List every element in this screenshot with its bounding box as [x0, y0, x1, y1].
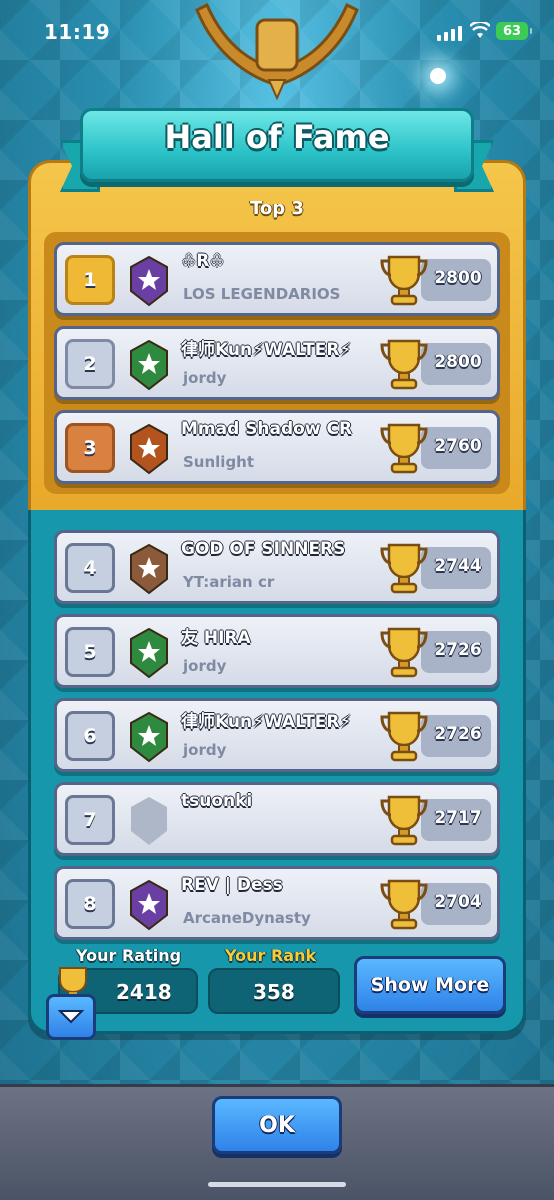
- trophy-count: 2704: [434, 892, 482, 912]
- clan-badge-icon: [131, 797, 167, 845]
- show-more-button[interactable]: Show More: [354, 956, 506, 1014]
- top3-label: Top 3: [250, 198, 304, 219]
- player-name: 律师Kun⚡WALTER⚡: [181, 712, 352, 732]
- clan-badge-icon: [130, 255, 168, 307]
- clan-name: jordy: [183, 741, 227, 759]
- clan-name: jordy: [183, 369, 227, 387]
- player-name: ♧R♧: [181, 251, 225, 271]
- clan-badge-icon: [130, 879, 168, 931]
- rank-number: 5: [65, 627, 115, 677]
- your-rank-label: Your Rank: [225, 946, 317, 965]
- player-name: tsuonki: [181, 791, 253, 811]
- clan-name: Sunlight: [183, 453, 255, 471]
- leaderboard-row[interactable]: 6 律师Kun⚡WALTER⚡ jordy 2726: [54, 698, 500, 772]
- trophy-count: 2726: [434, 724, 482, 744]
- rank-number: 3: [65, 423, 115, 473]
- player-name: 律师Kun⚡WALTER⚡: [181, 340, 352, 360]
- leaderboard-row[interactable]: 4 GOD OF SINNERS YT:arian cr 2744: [54, 530, 500, 604]
- trophy-count: 2800: [434, 352, 482, 372]
- rank-number: 4: [65, 543, 115, 593]
- rank-number: 2: [65, 339, 115, 389]
- wifi-icon: [470, 22, 490, 38]
- your-rating-value: 2418: [116, 980, 172, 1004]
- player-name: REV | Dess: [181, 875, 283, 895]
- trophy-count: 2760: [434, 436, 482, 456]
- chevron-down-icon: [58, 1010, 84, 1024]
- status-time: 11:19: [44, 20, 111, 44]
- clan-name: LOS LEGENDARIOS: [183, 285, 341, 303]
- leaderboard-row[interactable]: 2 律师Kun⚡WALTER⚡ jordy 2800: [54, 326, 500, 400]
- home-indicator[interactable]: [208, 1182, 346, 1187]
- clan-name: jordy: [183, 657, 227, 675]
- rank-number: 8: [65, 879, 115, 929]
- leaderboard-row[interactable]: 5 友 HIRA jordy 2726: [54, 614, 500, 688]
- clan-name: YT:arian cr: [183, 573, 275, 591]
- player-name: GOD OF SINNERS: [181, 539, 346, 559]
- leaderboard-row[interactable]: 7 tsuonki 2717: [54, 782, 500, 856]
- page-title: Hall of Fame: [164, 118, 390, 156]
- leaderboard-row[interactable]: 8 REV | Dess ArcaneDynasty 2704: [54, 866, 500, 940]
- clan-badge-icon: [130, 711, 168, 763]
- leaderboard-row[interactable]: 1 ♧R♧ LOS LEGENDARIOS 2800: [54, 242, 500, 316]
- clan-name: ArcaneDynasty: [183, 909, 311, 927]
- clan-badge-icon: [130, 543, 168, 595]
- your-rating-label: Your Rating: [76, 946, 182, 965]
- your-rank-value: 358: [253, 980, 295, 1004]
- leaderboard-row[interactable]: 3 Mmad Shadow CR Sunlight 2760: [54, 410, 500, 484]
- ok-button[interactable]: OK: [212, 1096, 342, 1154]
- rank-number: 7: [65, 795, 115, 845]
- rank-number: 6: [65, 711, 115, 761]
- player-name: 友 HIRA: [181, 628, 251, 648]
- clan-badge-icon: [130, 339, 168, 391]
- crest-ornament: [195, 2, 359, 101]
- trophy-count: 2717: [434, 808, 482, 828]
- trophy-count: 2800: [434, 268, 482, 288]
- sparkle-effect: [430, 68, 446, 84]
- scroll-to-me-button[interactable]: [46, 994, 96, 1040]
- battery-icon: 63: [496, 22, 532, 40]
- clan-badge-icon: [130, 423, 168, 475]
- clan-badge-icon: [130, 627, 168, 679]
- trophy-count: 2726: [434, 640, 482, 660]
- trophy-count: 2744: [434, 556, 482, 576]
- player-name: Mmad Shadow CR: [181, 419, 353, 439]
- rank-number: 1: [65, 255, 115, 305]
- signal-icon: [437, 26, 462, 41]
